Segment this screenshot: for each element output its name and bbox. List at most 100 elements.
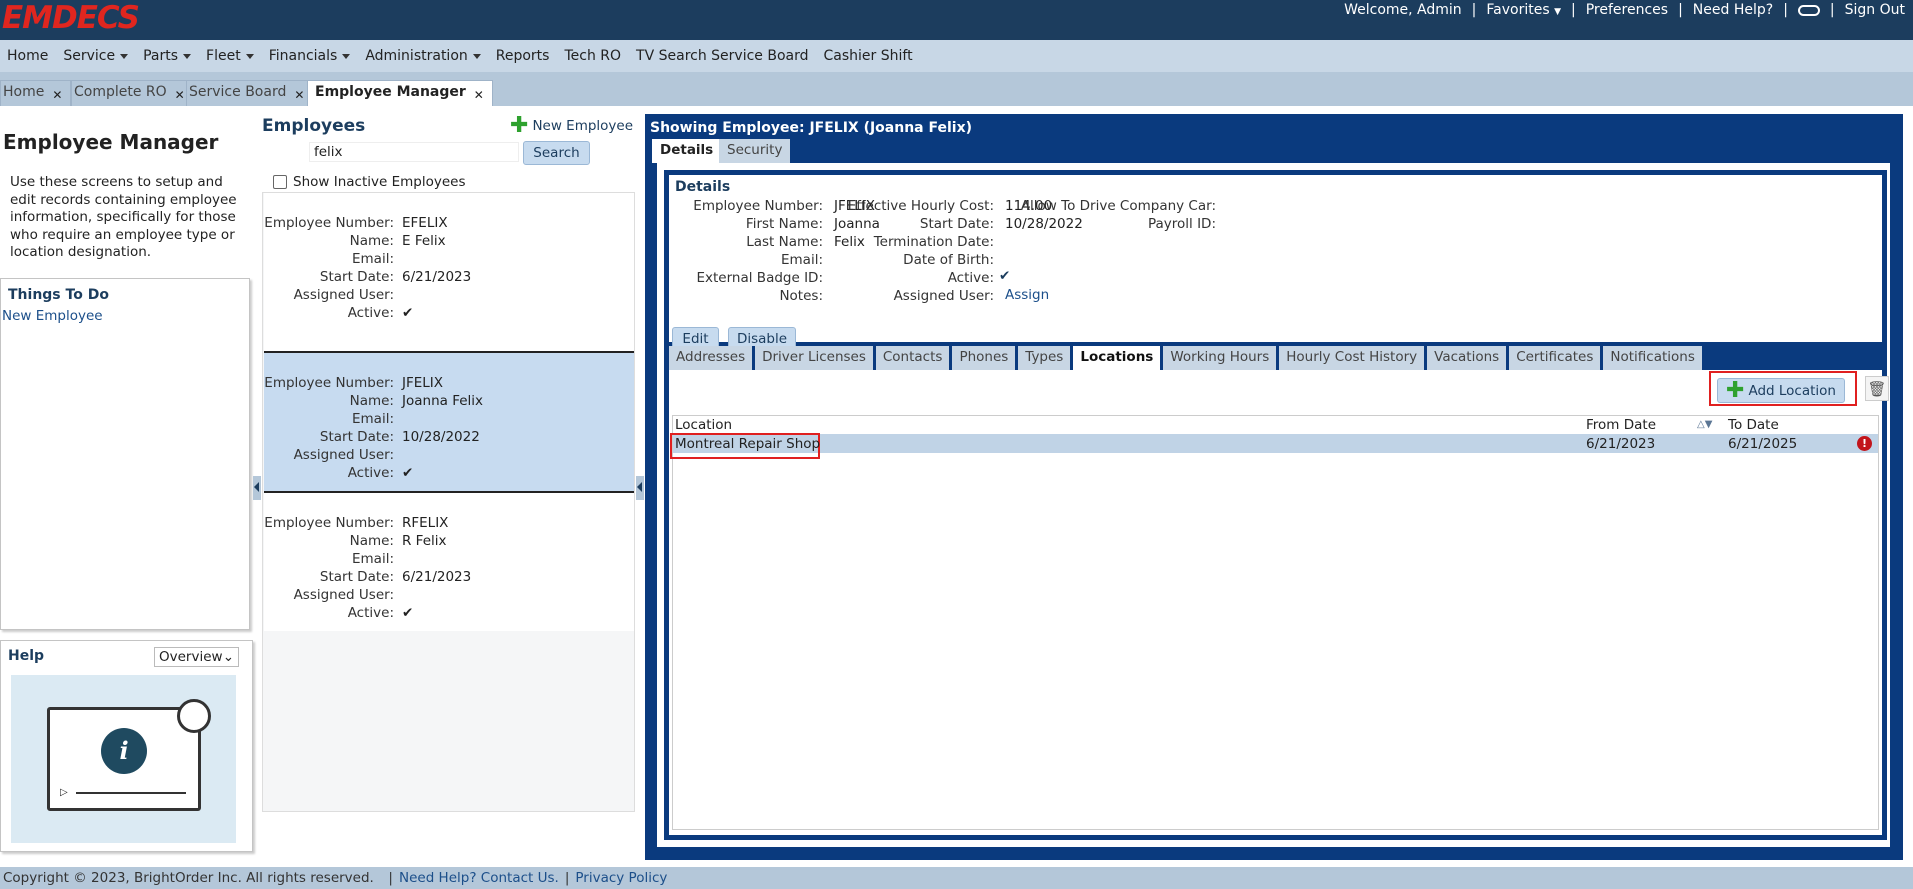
tab-driver-licenses[interactable]: Driver Licenses xyxy=(755,346,873,370)
footer: Copyright © 2023, BrightOrder Inc. All r… xyxy=(0,867,1913,889)
menu-administration[interactable]: Administration xyxy=(365,48,481,64)
tab-details[interactable]: Details xyxy=(652,139,722,163)
tab-vacations[interactable]: Vacations xyxy=(1427,346,1507,370)
employee-detail-panel: Showing Employee: JFELIX (Joanna Felix) … xyxy=(645,114,1903,860)
new-employee-button[interactable]: ✚ New Employee xyxy=(510,115,633,137)
close-icon[interactable]: ✕ xyxy=(52,88,62,106)
menu-financials[interactable]: Financials xyxy=(269,48,351,64)
tab-certificates[interactable]: Certificates xyxy=(1509,346,1601,370)
table-row[interactable]: Montreal Repair Shop 6/21/2023 6/21/2025… xyxy=(670,433,1878,459)
tab-working-hours[interactable]: Working Hours xyxy=(1163,346,1277,370)
tab-service-board[interactable]: Service Board ✕ xyxy=(186,80,314,106)
detail-subtabs: Addresses Driver Licenses Contacts Phone… xyxy=(669,346,1882,370)
contact-us-link[interactable]: Need Help? Contact Us. xyxy=(399,870,559,886)
things-to-do-panel: Things To Do New Employee xyxy=(0,278,250,630)
search-button[interactable]: Search xyxy=(523,141,590,165)
checkbox[interactable] xyxy=(273,175,287,189)
help-topic-select[interactable]: Overview ⌄ xyxy=(154,647,239,667)
detail-frame: Details Employee Number: JFELIX First Na… xyxy=(664,170,1889,840)
detail-content: Details Employee Number: JFELIX First Na… xyxy=(657,163,1890,847)
main-menu: Home Service Parts Fleet Financials Admi… xyxy=(0,40,1913,72)
menu-reports[interactable]: Reports xyxy=(496,48,550,64)
employee-card[interactable]: Employee Number: EFELIX Name: E Felix Emai… xyxy=(264,193,634,351)
assigned-user-label: Assigned User: xyxy=(893,288,994,304)
start-date-label: Start Date: xyxy=(919,216,994,232)
termination-date-label: Termination Date: xyxy=(873,234,994,250)
app-logo: EMDECS xyxy=(2,0,140,36)
cell-from-date: 6/21/2023 xyxy=(1586,436,1656,452)
assign-link[interactable]: Assign xyxy=(1005,287,1049,303)
welcome-link[interactable]: Welcome, Admin xyxy=(1344,2,1462,18)
privacy-policy-link[interactable]: Privacy Policy xyxy=(575,870,667,886)
chat-icon[interactable] xyxy=(1797,4,1820,16)
tab-security[interactable]: Security xyxy=(719,139,791,163)
close-icon[interactable]: ✕ xyxy=(474,88,484,107)
active-label: Active: xyxy=(947,270,994,286)
check-icon: ✔ xyxy=(999,268,1011,284)
remove-icon[interactable]: ! xyxy=(1857,436,1872,451)
chevron-down-icon: ⌄ xyxy=(222,649,234,665)
tab-addresses[interactable]: Addresses xyxy=(669,346,753,370)
last-name-value: Felix xyxy=(834,234,865,250)
tab-home[interactable]: Home ✕ xyxy=(0,80,72,106)
hourly-cost-label: Effective Hourly Cost: xyxy=(847,198,994,214)
things-to-do-title: Things To Do xyxy=(8,287,109,303)
page-title: Employee Manager xyxy=(3,130,219,154)
tab-phones[interactable]: Phones xyxy=(952,346,1016,370)
menu-cashier-shift[interactable]: Cashier Shift xyxy=(824,48,913,64)
tab-types[interactable]: Types xyxy=(1018,346,1071,370)
play-icon: ▷ xyxy=(60,787,68,798)
tab-locations[interactable]: Locations xyxy=(1073,346,1161,370)
menu-parts[interactable]: Parts xyxy=(143,48,192,64)
employee-list: Employee Number: EFELIX Name: E Felix Emai… xyxy=(262,192,635,812)
show-inactive-toggle[interactable]: Show Inactive Employees xyxy=(273,174,465,190)
close-icon[interactable]: ✕ xyxy=(175,88,185,106)
check-icon: ✔ xyxy=(402,605,414,621)
tab-hourly-cost-history[interactable]: Hourly Cost History xyxy=(1279,346,1425,370)
menu-tech-ro[interactable]: Tech RO xyxy=(564,48,621,64)
chevron-down-icon xyxy=(342,53,351,59)
sprinkle-icon xyxy=(177,699,211,733)
employee-card-selected[interactable]: Employee Number: JFELIX Name: Joanna Felix… xyxy=(264,353,634,491)
tab-notifications[interactable]: Notifications xyxy=(1603,346,1702,370)
check-icon: ✔ xyxy=(402,465,414,481)
employee-card[interactable]: Employee Number: RFELIX Name: R Felix Emai… xyxy=(264,493,634,631)
tab-contacts[interactable]: Contacts xyxy=(875,346,950,370)
new-employee-link[interactable]: New Employee xyxy=(2,308,249,324)
menu-fleet[interactable]: Fleet xyxy=(206,48,254,64)
menu-home[interactable]: Home xyxy=(7,48,48,64)
tab-employee-manager[interactable]: Employee Manager ✕ xyxy=(307,80,493,107)
help-video-thumbnail[interactable]: i ▷ xyxy=(11,675,236,843)
chevron-down-icon xyxy=(120,53,129,59)
menu-service[interactable]: Service xyxy=(63,48,129,64)
sign-out-link[interactable]: Sign Out xyxy=(1845,2,1905,18)
top-bar: EMDECS Welcome, Admin | Favorites ▼ | Pref… xyxy=(0,0,1913,40)
trash-icon[interactable]: 🗑 xyxy=(1865,376,1889,401)
collapse-left-handle[interactable] xyxy=(253,476,261,500)
add-location-button[interactable]: ✚ Add Location xyxy=(1717,378,1845,403)
badge-label: External Badge ID: xyxy=(696,270,824,286)
collapse-right-handle[interactable] xyxy=(636,476,644,500)
details-box: Details Employee Number: JFELIX First Na… xyxy=(669,175,1882,351)
tab-bar: Home ✕ Complete RO ✕ Service Board ✕ Employ… xyxy=(0,72,1913,107)
tab-complete-ro[interactable]: Complete RO ✕ xyxy=(71,80,194,106)
first-name-value: Joanna xyxy=(834,216,880,232)
locations-panel: ✚ Add Location 🗑 Location From Date △▼ To… xyxy=(669,370,1889,835)
favorites-menu[interactable]: Favorites ▼ xyxy=(1486,2,1561,18)
chevron-down-icon xyxy=(472,53,481,59)
employee-search-input[interactable]: felix xyxy=(309,142,519,162)
header-location[interactable]: Location xyxy=(675,417,732,433)
menu-tv-search[interactable]: TV Search Service Board xyxy=(636,48,808,64)
progress-track xyxy=(76,792,186,794)
close-icon[interactable]: ✕ xyxy=(294,88,304,106)
preferences-link[interactable]: Preferences xyxy=(1586,2,1668,18)
employee-number-label: Employee Number: xyxy=(693,198,823,214)
chevron-down-icon xyxy=(183,53,192,59)
need-help-link[interactable]: Need Help? xyxy=(1693,2,1773,18)
sort-icon[interactable]: △▼ xyxy=(1697,419,1712,430)
dob-label: Date of Birth: xyxy=(903,252,994,268)
header-from-date[interactable]: From Date xyxy=(1586,417,1656,433)
cell-to-date: 6/21/2025 xyxy=(1728,436,1798,452)
header-to-date[interactable]: To Date xyxy=(1728,417,1779,433)
notes-label: Notes: xyxy=(779,288,823,304)
